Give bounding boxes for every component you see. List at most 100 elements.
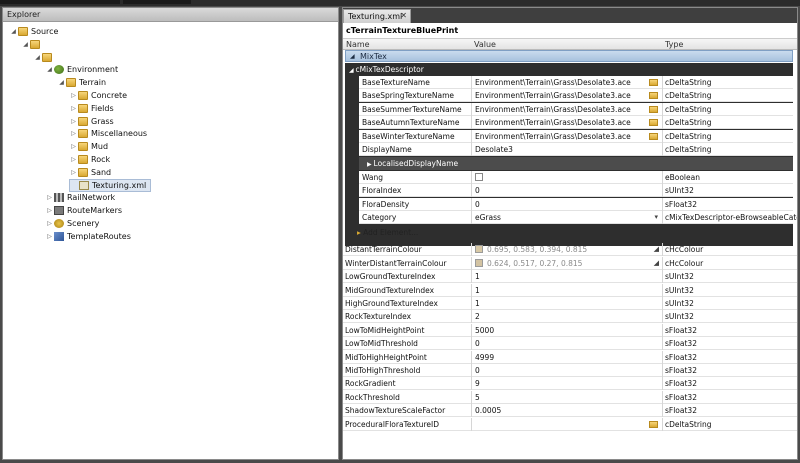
property-value[interactable]: 4999 [471,350,662,364]
property-value[interactable]: 0.0005 [471,404,662,418]
browse-folder-icon[interactable] [649,132,658,140]
property-row[interactable]: BaseTextureName Environment\Terrain\Grass… [359,76,793,89]
tree-item[interactable]: ▷ Concrete [69,89,127,102]
expand-arrow-icon[interactable]: ▷ [69,169,78,176]
tree-item[interactable]: ▷ Fields [69,102,114,115]
property-value[interactable]: Environment\Terrain\Grass\Desolate3.ace [471,116,662,130]
resize-grip-icon[interactable]: ◢ [654,243,659,256]
column-header-value[interactable]: Value [474,40,496,49]
tree-item[interactable]: ◢ [33,51,55,64]
property-row[interactable]: RockThreshold 5 sFloat32 [343,390,797,404]
tree-item[interactable]: ▷ RouteMarkers [45,204,122,217]
expand-arrow-icon[interactable]: ▷ [45,194,54,201]
property-value[interactable]: 0.695, 0.583, 0.394, 0.815 ◢ [471,243,662,257]
tree-item[interactable]: ▷ Sand [69,166,111,179]
property-row[interactable]: ShadowTextureScaleFactor 0.0005 sFloat32 [343,404,797,418]
property-row[interactable]: Category eGrass ▾ cMixTexDescriptor-eBrowse… [359,211,797,224]
property-value[interactable]: 0 [471,184,662,198]
expand-arrow-icon[interactable]: ▷ [69,105,78,112]
collapse-arrow-icon[interactable]: ◢ [350,51,355,62]
column-header-name[interactable]: Name [346,40,370,49]
tree-item[interactable]: Texturing.xml [69,178,152,192]
property-row[interactable]: WinterDistantTerrainColour 0.624, 0.517, … [343,256,797,270]
property-row[interactable]: HighGroundTextureIndex 1 sUInt32 [343,297,797,310]
colour-swatch[interactable] [475,245,483,254]
property-row[interactable]: LowToMidThreshold 0 sFloat32 [343,337,797,351]
tree-item[interactable]: ◢ Source [9,25,58,38]
tab-close-icon[interactable]: ✕ [400,11,407,20]
property-value[interactable]: 1 [471,297,662,310]
expand-arrow-icon[interactable]: ▷ [45,207,54,214]
property-value[interactable]: Environment\Terrain\Grass\Desolate3.ace [471,129,662,143]
tree-item[interactable]: ◢ Environment [45,63,118,76]
tree-item[interactable]: ▷ Rock [69,153,110,166]
property-value[interactable]: 0 [471,337,662,351]
collapse-arrow-icon[interactable]: ◢ [45,66,54,73]
property-value[interactable]: 0.624, 0.517, 0.27, 0.815 ◢ [471,256,662,270]
wang-checkbox[interactable] [475,172,483,181]
expand-arrow-icon[interactable]: ▷ [69,92,78,99]
property-row[interactable]: RockGradient 9 sFloat32 [343,377,797,391]
browse-folder-icon[interactable] [649,420,658,428]
property-value[interactable]: 0 [471,197,662,211]
property-row[interactable]: BaseWinterTextureName Environment\Terrain… [359,129,793,143]
property-row[interactable]: LowToMidHeightPoint 5000 sFloat32 [343,323,797,337]
mixtexdescriptor-group-header[interactable]: ◢ cMixTexDescriptor [349,63,793,76]
property-value[interactable] [471,170,662,184]
property-row[interactable]: MidToHighThreshold 0 sFloat32 [343,364,797,377]
collapse-arrow-icon[interactable]: ◢ [9,28,18,35]
tab-texturing-xml[interactable]: Texturing.xml ✕ [343,9,411,23]
collapse-arrow-icon[interactable]: ◢ [57,79,66,86]
property-row[interactable]: Wang eBoolean [359,170,793,184]
tree-item[interactable]: ▷ RailNetwork [45,191,115,204]
property-value[interactable]: Environment\Terrain\Grass\Desolate3.ace [471,76,662,89]
property-row[interactable]: FloraIndex 0 sUInt32 [359,184,793,198]
property-value[interactable]: Environment\Terrain\Grass\Desolate3.ace [471,102,662,116]
colour-swatch[interactable] [475,258,483,267]
browse-folder-icon[interactable] [649,119,658,127]
property-row[interactable]: ProceduralFloraTextureID cDeltaString [343,417,797,431]
property-row[interactable]: RockTextureIndex 2 sUInt32 [343,310,797,324]
property-value[interactable]: Desolate3 [471,143,662,156]
tree-item[interactable]: ▷ Mud [69,140,108,153]
expand-arrow-icon[interactable]: ▷ [69,118,78,125]
property-row[interactable]: BaseSummerTextureName Environment\Terrain… [359,102,793,116]
property-value[interactable] [471,417,662,431]
localised-display-name-header[interactable]: ▶ LocalisedDisplayName [359,157,793,171]
window-tab-2[interactable] [123,0,191,4]
expand-arrow-icon[interactable]: ▷ [45,233,54,240]
collapse-arrow-icon[interactable]: ◢ [33,54,42,61]
property-row[interactable]: BaseSpringTextureName Environment\Terrain… [359,89,793,103]
chevron-down-icon[interactable]: ▾ [654,211,658,224]
property-value[interactable]: 0 [471,364,662,377]
column-header-type[interactable]: Type [665,40,683,49]
tree-item[interactable]: ◢ [21,38,43,51]
property-row[interactable]: FloraDensity 0 sFloat32 [359,197,793,211]
tree-item[interactable]: ▷ Grass [69,115,114,128]
browse-folder-icon[interactable] [649,92,658,100]
property-row[interactable]: BaseAutumnTextureName Environment\Terrain… [359,116,793,130]
property-value[interactable]: 1 [471,270,662,284]
property-row[interactable]: MidToHighHeightPoint 4999 sFloat32 [343,350,797,364]
tree-item[interactable]: ◢ Terrain [57,76,106,89]
property-value[interactable]: 9 [471,377,662,391]
tree-item[interactable]: ▷ TemplateRoutes [45,230,131,243]
property-value[interactable]: Environment\Terrain\Grass\Desolate3.ace [471,89,662,103]
window-tab-1[interactable] [0,0,120,4]
property-row[interactable]: LowGroundTextureIndex 1 sUInt32 [343,270,797,284]
browse-folder-icon[interactable] [649,105,658,113]
browse-folder-icon[interactable] [649,79,658,86]
expand-arrow-icon[interactable]: ▷ [69,130,78,137]
tree-item[interactable]: ▷ Miscellaneous [69,127,147,140]
collapse-arrow-icon[interactable]: ◢ [21,41,30,48]
add-element-button[interactable]: ▸ Add Element... [357,228,418,237]
tree-item[interactable]: ▷ Scenery [45,217,99,230]
expand-arrow-icon[interactable]: ▷ [69,143,78,150]
expand-arrow-icon[interactable]: ▷ [45,220,54,227]
property-row[interactable]: DisplayName Desolate3 cDeltaString [359,143,793,156]
property-row[interactable]: MidGroundTextureIndex 1 sUInt32 [343,283,797,297]
property-value[interactable]: 1 [471,283,662,297]
property-row[interactable]: DistantTerrainColour 0.695, 0.583, 0.394,… [343,243,797,257]
property-value[interactable]: 5000 [471,323,662,337]
resize-grip-icon[interactable]: ◢ [654,257,659,270]
